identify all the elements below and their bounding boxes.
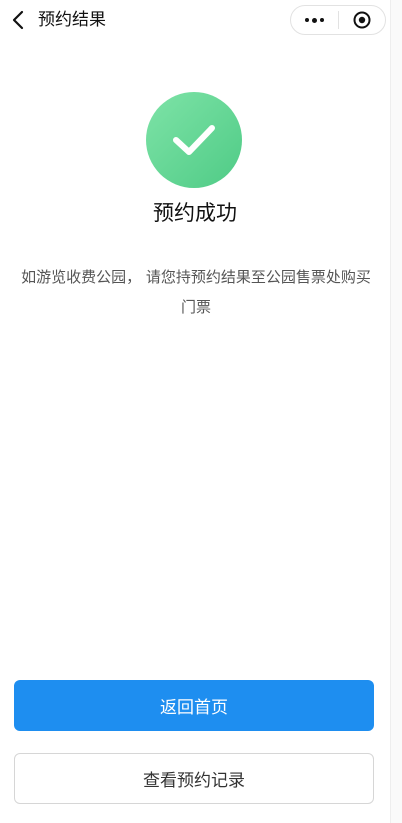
booking-result-page: 预约结果 预约成功 如游览收费公园， 请您持预约结果至公园售票处购买门票 返回首… xyxy=(0,0,402,823)
ticket-notice: 如游览收费公园， 请您持预约结果至公园售票处购买门票 xyxy=(21,268,371,316)
view-booking-records-button[interactable]: 查看预约记录 xyxy=(14,753,374,804)
chevron-left-icon xyxy=(12,10,24,30)
more-button[interactable] xyxy=(291,6,338,34)
screen-edge xyxy=(390,0,402,823)
page-title: 预约结果 xyxy=(38,10,106,30)
mini-program-capsule xyxy=(290,5,386,35)
success-badge xyxy=(146,92,242,188)
more-dots-icon xyxy=(304,17,324,23)
success-title: 预约成功 xyxy=(153,201,237,225)
return-home-button[interactable]: 返回首页 xyxy=(14,680,374,731)
close-mini-program-button[interactable] xyxy=(338,6,385,34)
check-icon xyxy=(173,125,215,155)
back-button[interactable] xyxy=(4,4,32,36)
target-circle-icon xyxy=(353,11,371,29)
navigation-bar: 预约结果 xyxy=(0,0,402,40)
